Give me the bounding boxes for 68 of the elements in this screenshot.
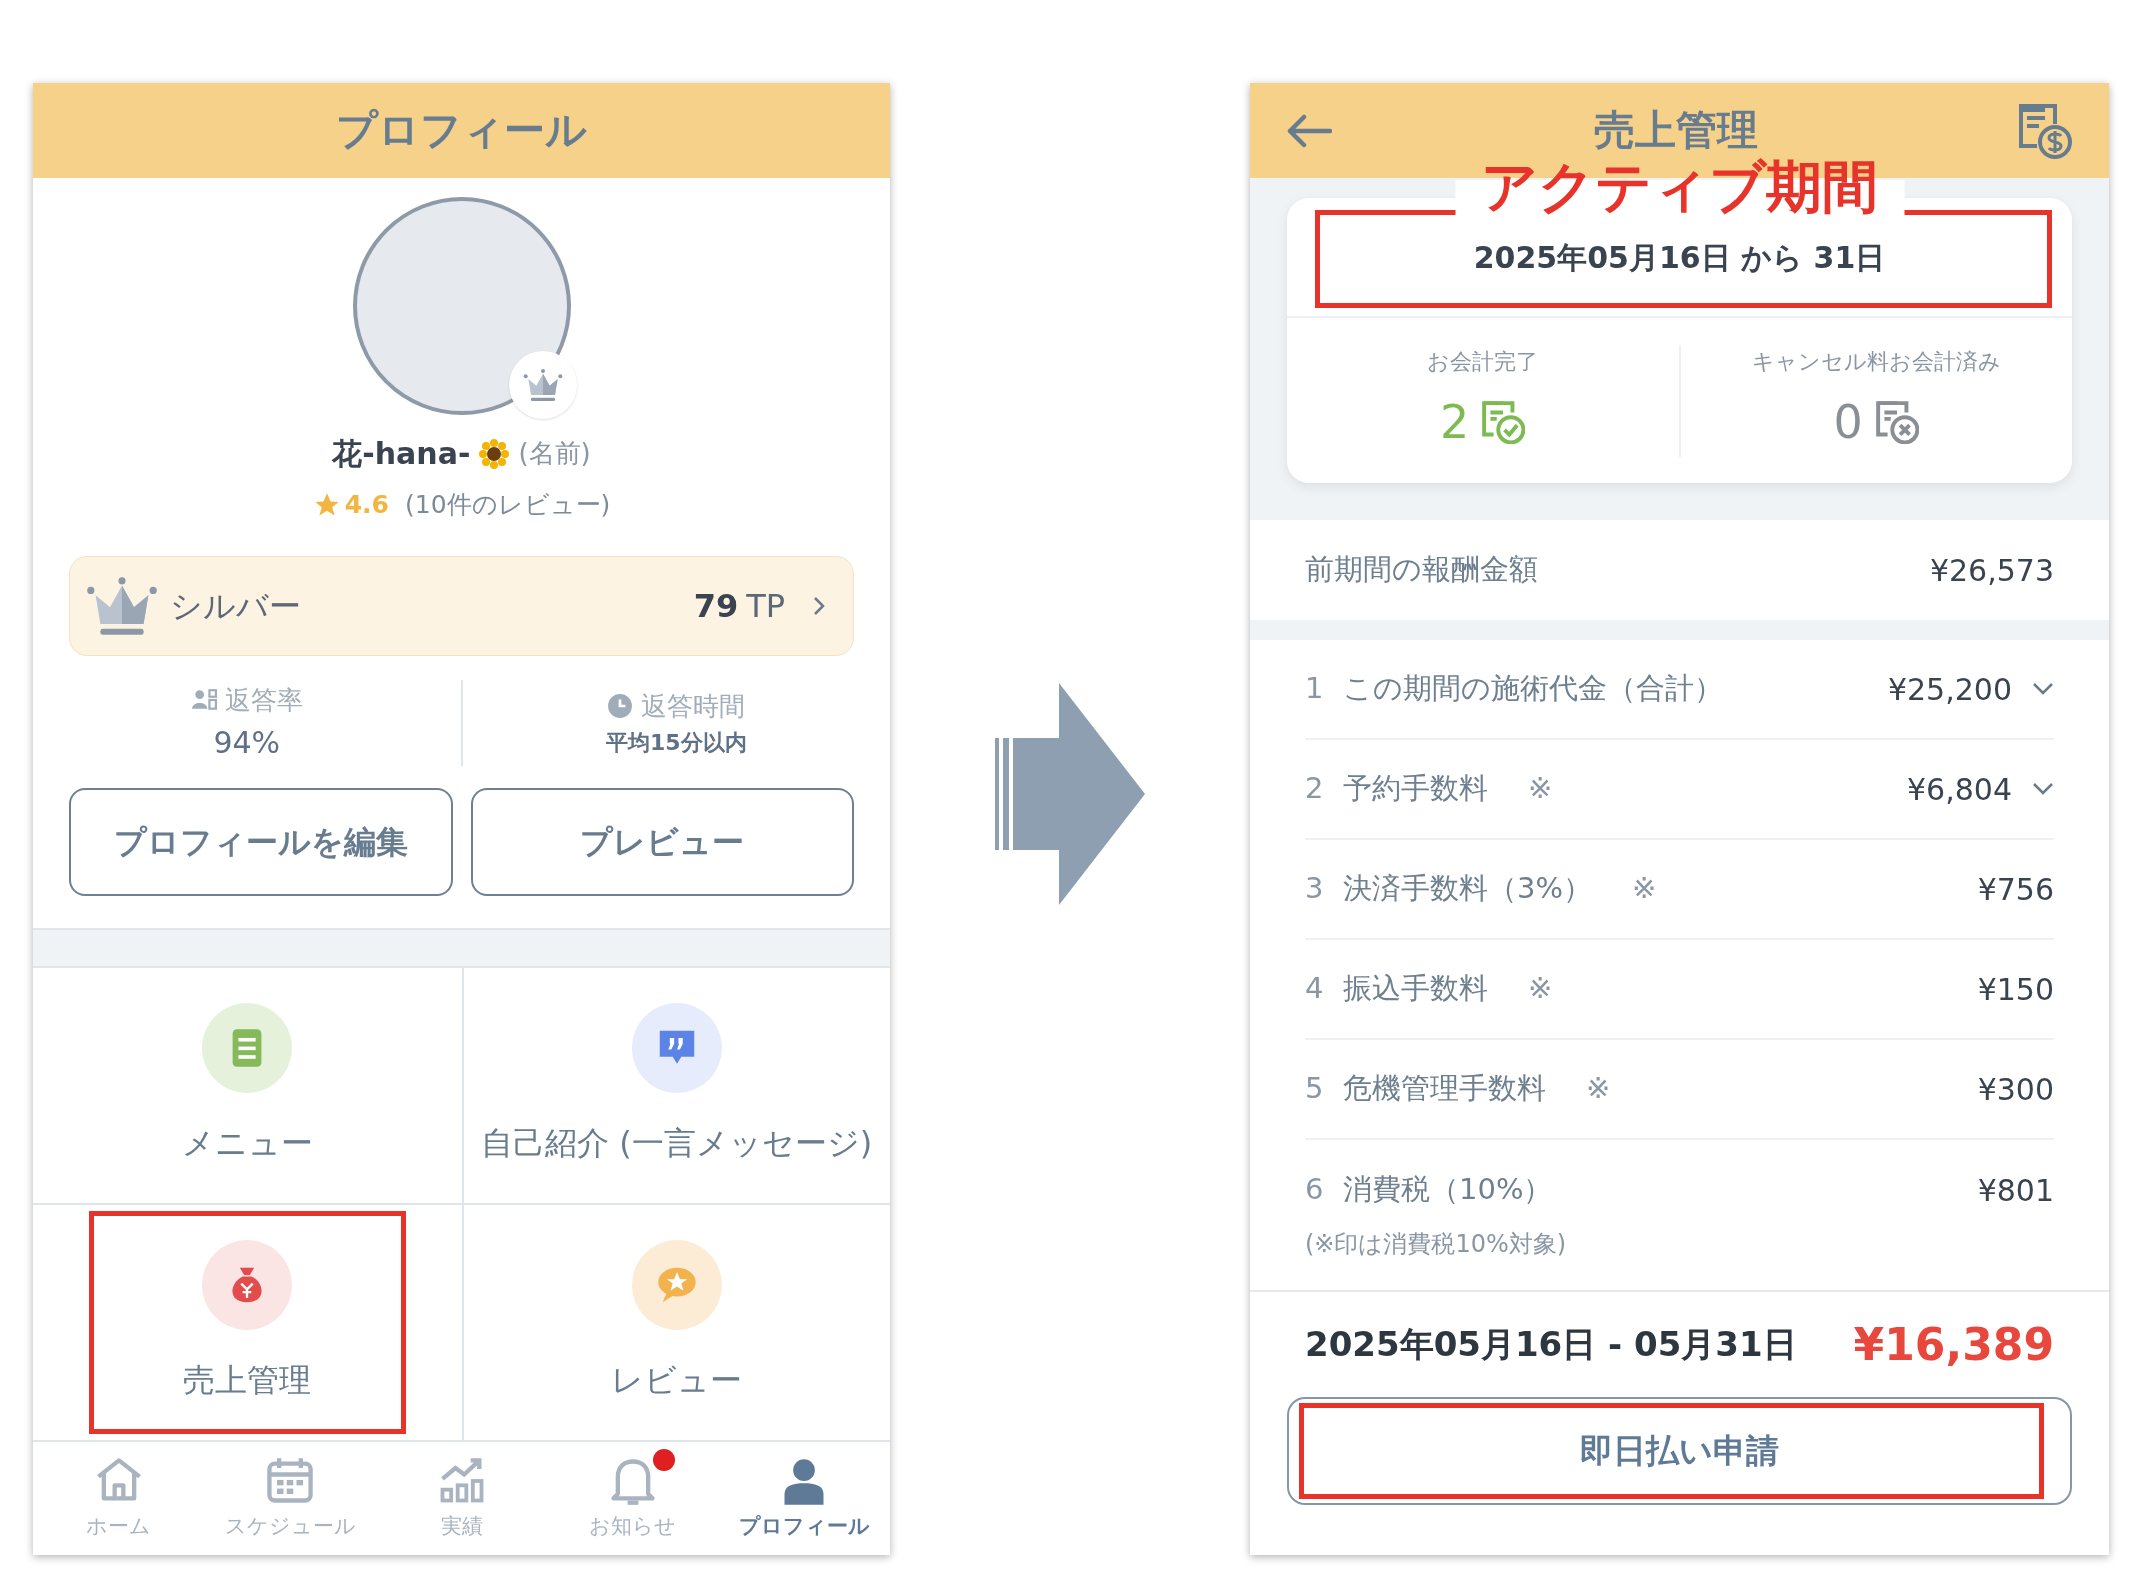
tile-label: レビュー bbox=[611, 1360, 743, 1402]
menu-tile[interactable]: 売上管理 bbox=[33, 1204, 462, 1440]
menu-tile[interactable]: メニュー bbox=[33, 967, 462, 1205]
screen-title: プロフィール bbox=[336, 104, 587, 156]
row-number: 4 bbox=[1305, 970, 1325, 1008]
row-label: この期間の施術代金（合計） bbox=[1343, 670, 1723, 708]
note-mark: ※ bbox=[1632, 870, 1657, 908]
row-number: 1 bbox=[1305, 670, 1325, 708]
counter-label: お会計完了 bbox=[1427, 347, 1539, 376]
stat-label: 返答率 bbox=[224, 683, 303, 717]
row-amount: ¥300 bbox=[1977, 1070, 2054, 1109]
nav-tab[interactable]: 実績 bbox=[375, 1442, 548, 1555]
note-mark: ※ bbox=[1528, 770, 1553, 808]
note-mark: ※ bbox=[1586, 1070, 1611, 1108]
rating-value: 4.6 bbox=[344, 489, 389, 521]
back-arrow-icon bbox=[1286, 112, 1332, 149]
stat-value: 94% bbox=[213, 723, 281, 762]
tax-note: (※印は消費税10%対象) bbox=[1305, 1229, 1568, 1260]
sunflower-icon bbox=[478, 437, 511, 470]
total-amount: ¥16,389 bbox=[1853, 1317, 2054, 1372]
points-unit: TP bbox=[746, 585, 785, 627]
counter-value: 2 bbox=[1440, 393, 1470, 451]
profile-button[interactable]: プロフィールを編集 bbox=[69, 787, 453, 896]
row-amount: ¥25,200 bbox=[1887, 670, 2012, 709]
row-label: 決済手数料（3%） bbox=[1343, 870, 1592, 908]
receipt-cross-icon bbox=[1874, 400, 1919, 444]
row-amount: ¥150 bbox=[1977, 970, 2054, 1009]
row-label: 予約手数料 bbox=[1343, 770, 1488, 808]
row-number: 5 bbox=[1305, 1070, 1325, 1108]
rank-points: 79 bbox=[693, 585, 739, 627]
nav-tab[interactable]: プロフィール bbox=[718, 1442, 891, 1555]
row-label: 危機管理手数料 bbox=[1343, 1070, 1546, 1108]
rank-card[interactable]: シルバー 79 TP bbox=[69, 555, 854, 656]
stat-label: 返答時間 bbox=[641, 689, 746, 723]
nav-tab[interactable]: お知らせ bbox=[547, 1442, 719, 1555]
row-label: 振込手数料 bbox=[1343, 970, 1488, 1008]
apply-button[interactable]: 即日払い申請 bbox=[1287, 1397, 2072, 1505]
row-number: 6 bbox=[1305, 1171, 1325, 1209]
counter-value: 0 bbox=[1833, 393, 1863, 451]
row-amount: ¥26,573 bbox=[1929, 551, 2054, 590]
name-note: (名前) bbox=[518, 437, 591, 470]
crown-icon bbox=[522, 368, 563, 402]
row-label: 前期間の報酬金額 bbox=[1305, 551, 1538, 589]
row-label: 消費税（10%） bbox=[1343, 1171, 1553, 1209]
row-number: 3 bbox=[1305, 870, 1325, 908]
tile-label: 自己紹介 (一言メッセージ) bbox=[481, 1123, 873, 1165]
counter-label: キャンセル料お会計済み bbox=[1751, 347, 2001, 376]
tile-label: メニュー bbox=[181, 1123, 313, 1165]
row-number: 2 bbox=[1305, 770, 1325, 808]
row-amount: ¥801 bbox=[1977, 1171, 2054, 1210]
tile-label: 売上管理 bbox=[183, 1360, 312, 1402]
profile-button[interactable]: プレビュー bbox=[470, 787, 854, 896]
menu-tile[interactable]: レビュー bbox=[461, 1204, 890, 1440]
note-mark: ※ bbox=[1528, 970, 1553, 1008]
row-amount: ¥756 bbox=[1977, 870, 2054, 909]
row-amount: ¥6,804 bbox=[1907, 770, 2012, 809]
receipt-check-icon bbox=[1481, 400, 1526, 444]
period-text: 2025年05月16日 から 31日 bbox=[1473, 238, 1886, 277]
person-chart-icon bbox=[190, 687, 217, 713]
menu-tile[interactable]: 自己紹介 (一言メッセージ) bbox=[461, 967, 890, 1205]
clock-icon bbox=[607, 693, 634, 719]
profile-name: 花-hana- bbox=[332, 435, 471, 473]
rank-label: シルバー bbox=[170, 585, 301, 627]
crown-icon bbox=[86, 575, 158, 636]
review-count: (10件のレビュー) bbox=[405, 489, 611, 521]
screen-title: 売上管理 bbox=[1592, 104, 1759, 156]
total-period: 2025年05月16日 - 05月31日 bbox=[1305, 1323, 1797, 1366]
stat-value: 平均15分以内 bbox=[605, 728, 747, 757]
